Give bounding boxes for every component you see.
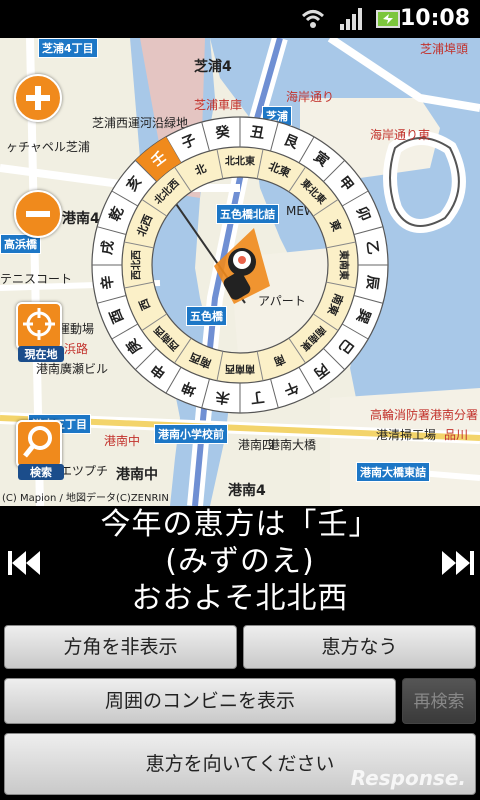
status-bar: 10:08 xyxy=(0,0,480,38)
ehou-now-button[interactable]: 恵方なう xyxy=(243,625,476,669)
map-label: 芝浦車庫 xyxy=(194,98,243,112)
map-label: テニスコート xyxy=(0,272,73,286)
plus-icon xyxy=(35,86,41,110)
clock: 10:08 xyxy=(399,6,470,31)
compass-outer-label: 丁 xyxy=(249,388,265,406)
map-label: 港南中 xyxy=(116,467,158,483)
search-icon xyxy=(23,426,52,458)
crosshair-icon xyxy=(23,308,55,340)
zoom-out-button[interactable] xyxy=(14,190,62,238)
search-label: 検索 xyxy=(18,464,64,480)
show-convenience-store-button[interactable]: 周囲のコンビニを表示 xyxy=(4,678,396,724)
map-label: ヶチャペル芝浦 xyxy=(6,140,90,154)
map-view[interactable]: 芝浦4 芝浦4丁目 芝浦 芝浦埠頭 芝浦車庫 芝浦西運河沿緑地 ヶチャペル芝浦 … xyxy=(0,38,480,506)
ehou-direction-text: おおよそ北北西 xyxy=(131,581,349,616)
previous-icon[interactable] xyxy=(6,543,46,583)
map-copyright: (C) Mapion / 地図データ(C)ZENRIN xyxy=(2,493,169,504)
compass-outer-label: 丑 xyxy=(249,124,265,142)
ehou-reading-text: (みずのえ) xyxy=(165,544,315,579)
map-label: エツプチ xyxy=(60,464,109,478)
current-location-button[interactable]: 現在地 xyxy=(16,302,64,362)
map-label: 港清掃工場 xyxy=(376,428,437,442)
map-label: 芝浦埠頭 xyxy=(420,42,469,56)
zoom-in-button[interactable] xyxy=(14,74,62,122)
map-label: 品川 xyxy=(444,428,469,442)
compass-outer-label: 戌 xyxy=(98,240,117,256)
compass-inner-label: 西北西 xyxy=(130,250,143,280)
hide-direction-button[interactable]: 方角を非表示 xyxy=(4,625,237,669)
ehou-info-panel: 今年の恵方は「壬」 (みずのえ) おおよそ北北西 xyxy=(0,506,480,622)
map-label: 港南小学校前 xyxy=(154,424,228,444)
compass-inner-label: 東南東 xyxy=(338,250,351,280)
map-label: 運動場 xyxy=(58,322,95,336)
map-label: 港南4 xyxy=(228,483,266,499)
compass-inner-label: 北北東 xyxy=(225,155,255,168)
signal-icon xyxy=(340,8,362,30)
research-button[interactable]: 再検索 xyxy=(402,678,476,724)
minus-icon xyxy=(26,211,50,217)
map-label: 芝浦4 xyxy=(194,59,232,75)
map-search-button[interactable]: 検索 xyxy=(16,420,64,480)
compass-outer-label: 辛 xyxy=(98,274,117,290)
next-icon[interactable] xyxy=(436,543,476,583)
map-label: 芝浦4丁目 xyxy=(38,38,98,58)
current-location-label: 現在地 xyxy=(18,346,64,362)
map-label: 港南中 xyxy=(104,434,141,448)
map-label: 浜路 xyxy=(64,342,89,356)
watermark-logo: Response. xyxy=(350,766,466,790)
ehou-year-text: 今年の恵方は「壬」 xyxy=(100,507,380,542)
ehou-marker-icon xyxy=(214,228,270,304)
compass-inner-label: 南南西 xyxy=(225,363,255,376)
map-label: 港南大橋 xyxy=(268,438,317,452)
map-label: 海岸通り xyxy=(286,90,335,104)
compass-outer-label: 乙 xyxy=(363,240,381,256)
wifi-icon xyxy=(301,10,325,28)
map-label: 港南大橋東詰 xyxy=(356,462,430,482)
